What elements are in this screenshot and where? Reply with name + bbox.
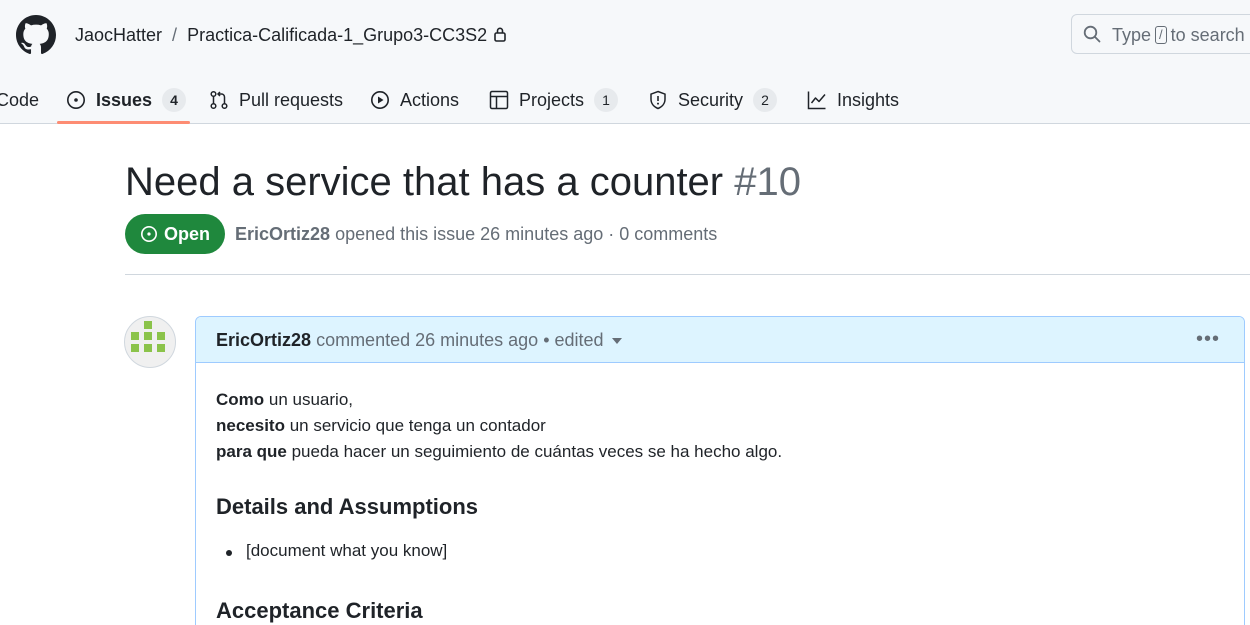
comment-header-text: EricOrtiz28 commented 26 minutes ago • e…	[216, 330, 622, 351]
issue-number: #10	[734, 160, 801, 204]
breadcrumb-separator: /	[172, 25, 178, 45]
comment-header: EricOrtiz28 commented 26 minutes ago • e…	[196, 317, 1244, 363]
avatar[interactable]	[124, 316, 176, 368]
section-heading-details: Details and Assumptions	[216, 494, 479, 519]
issue-opened-icon	[67, 91, 85, 109]
header-divider	[125, 274, 1250, 275]
issue-opened-icon	[140, 225, 157, 243]
repo-name-link[interactable]: Practica-Calificada-1_Grupo3-CC3S2	[187, 25, 487, 45]
tab-label: Insights	[837, 89, 900, 110]
tab-code[interactable]: Code	[0, 76, 39, 124]
search-shortcut-key: /	[1155, 26, 1167, 44]
tab-label: Security	[678, 89, 744, 110]
repo-header: JaocHatter / Practica-Calificada-1_Grupo3-…	[0, 0, 1250, 124]
comment-author-link[interactable]: EricOrtiz28	[216, 330, 311, 350]
tab-issues[interactable]: Issues 4	[66, 76, 187, 124]
list-item: [document what you know]	[225, 541, 448, 560]
comment-body: Como un usuario, necesito un servicio qu…	[216, 387, 782, 465]
tab-projects[interactable]: Projects 1	[489, 76, 619, 124]
story-line: para que pueda hacer un seguimiento de c…	[216, 442, 783, 461]
git-pull-request-icon	[210, 90, 228, 110]
issue-title: Need a service that has a counter #10	[125, 158, 801, 206]
issue-comment: EricOrtiz28 commented 26 minutes ago • e…	[195, 316, 1245, 625]
tab-label: Issues	[96, 89, 153, 110]
issue-meta-text: opened this issue 26 minutes ago · 0 com…	[335, 224, 718, 244]
tab-label: Pull requests	[239, 89, 344, 110]
graph-icon	[807, 91, 826, 110]
shield-icon	[650, 90, 666, 110]
tab-security[interactable]: Security 2	[648, 76, 778, 124]
breadcrumb: JaocHatter / Practica-Calificada-1_Grupo3-…	[75, 24, 507, 46]
issue-author-link[interactable]: EricOrtiz28	[235, 224, 330, 244]
issues-count-badge: 4	[162, 88, 187, 112]
table-icon	[489, 90, 509, 110]
tab-pull-requests[interactable]: Pull requests	[209, 76, 343, 124]
github-logo-icon[interactable]	[16, 15, 56, 55]
comment-meta: commented 26 minutes ago • edited	[316, 330, 604, 350]
issue-state-label: Open	[163, 223, 210, 244]
issue-state-badge: Open	[125, 214, 225, 254]
tab-label: Projects	[519, 89, 585, 110]
repo-nav-tabs: Code Issues 4 Pull requests Actions Proj…	[0, 76, 1250, 124]
edit-history-caret-icon[interactable]	[611, 338, 622, 344]
story-line: Como un usuario,	[216, 390, 354, 409]
search-icon	[1083, 25, 1101, 43]
lock-icon	[494, 27, 507, 42]
search-input[interactable]: Type / to search	[1071, 14, 1250, 54]
security-count-badge: 2	[753, 88, 778, 112]
identicon-icon	[131, 321, 165, 352]
section-heading-acceptance: Acceptance Criteria	[216, 598, 423, 623]
projects-count-badge: 1	[594, 88, 619, 112]
active-tab-underline	[57, 121, 190, 124]
search-placeholder: Type / to search	[1112, 25, 1245, 45]
tab-insights[interactable]: Insights	[807, 76, 899, 124]
tab-label: Actions	[400, 89, 460, 110]
comment-options-kebab-icon[interactable]: •••	[1196, 329, 1220, 349]
tab-actions[interactable]: Actions	[370, 76, 459, 124]
issue-meta: EricOrtiz28 opened this issue 26 minutes…	[235, 224, 717, 245]
repo-owner-link[interactable]: JaocHatter	[75, 25, 162, 45]
play-icon	[371, 91, 389, 109]
issue-title-text: Need a service that has a counter	[125, 160, 724, 204]
story-line: necesito un servicio que tenga un contad…	[216, 416, 546, 435]
